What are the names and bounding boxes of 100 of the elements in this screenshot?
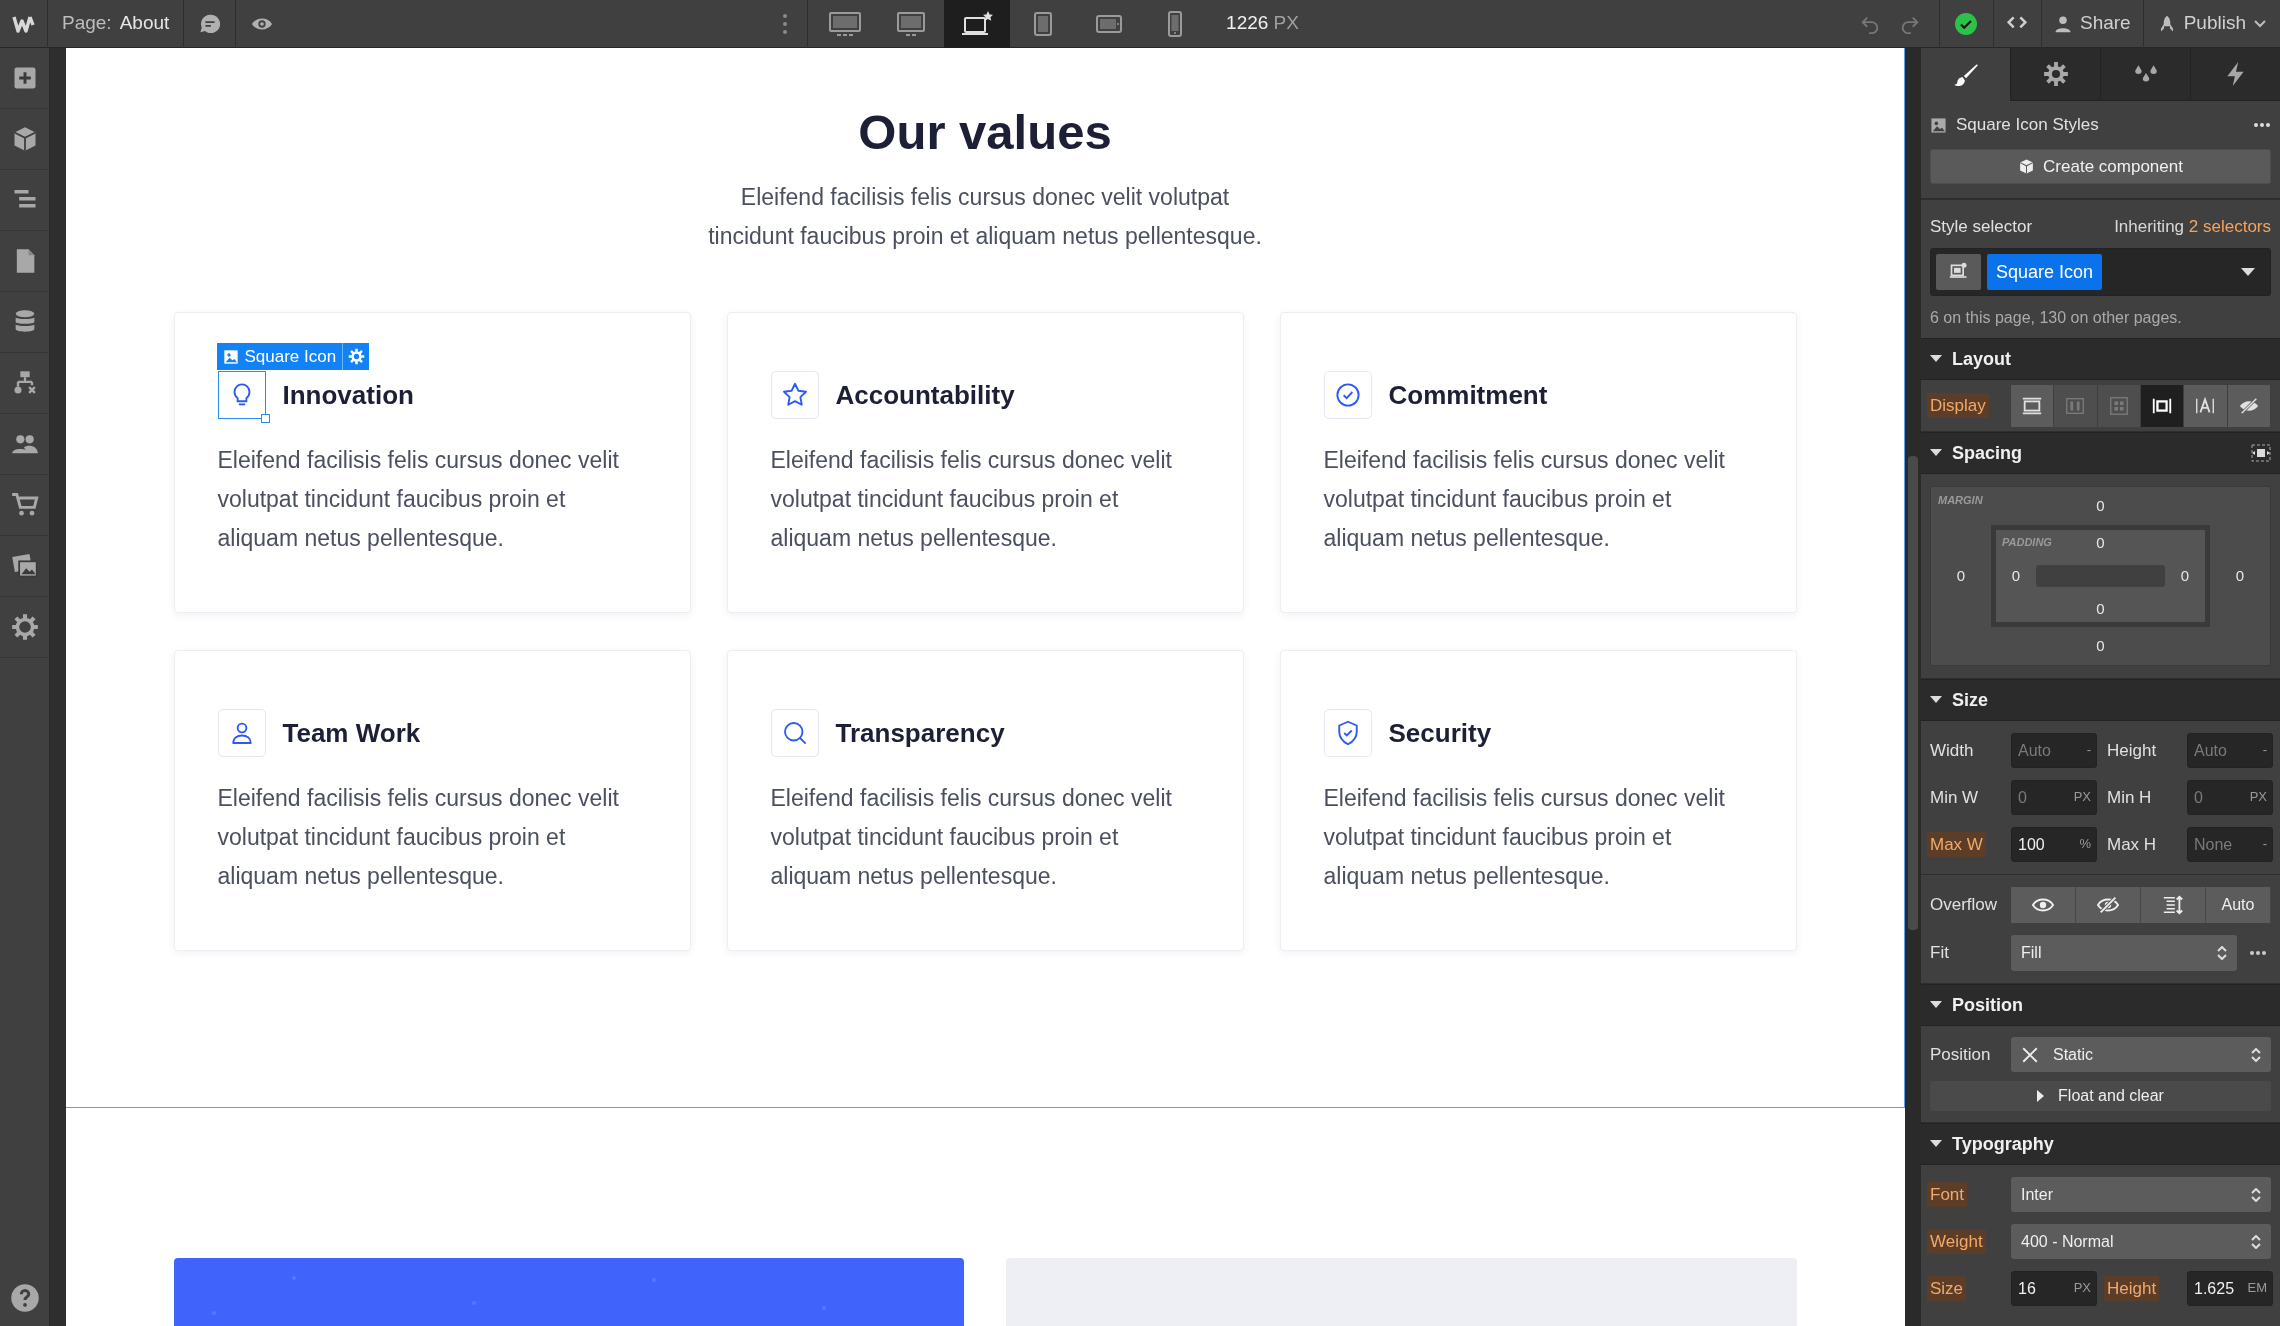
unit-label[interactable]: PX xyxy=(2073,1280,2091,1296)
spacing-value[interactable]: 0 xyxy=(2011,564,2021,588)
panel-tab[interactable] xyxy=(2100,48,2190,101)
unit-label[interactable]: EM xyxy=(2247,1280,2267,1296)
chevron-down-icon xyxy=(2254,19,2266,28)
position-select[interactable]: Static xyxy=(2011,1037,2271,1072)
spacing-toggle-icon[interactable] xyxy=(2251,444,2271,462)
property-label: Max H xyxy=(2106,833,2158,856)
spacing-value[interactable]: 0 xyxy=(2180,564,2190,588)
property-label: Height xyxy=(2106,739,2158,762)
unit-label[interactable]: % xyxy=(2079,836,2091,852)
collapse-caret-icon[interactable] xyxy=(1930,355,1942,363)
overflow-option[interactable] xyxy=(2141,887,2206,923)
help-icon[interactable] xyxy=(9,1283,40,1313)
display-option[interactable] xyxy=(2227,384,2271,427)
section-subtitle-line: tincidunt faucibus proin et aliquam netus pellentesque. xyxy=(708,222,1262,251)
panel-tab[interactable] xyxy=(2190,48,2280,101)
x-icon xyxy=(2021,1045,2039,1064)
brush-icon xyxy=(1952,61,1979,88)
card-title: Security xyxy=(1388,716,1492,750)
card-description: Eleifend facilisis felis cursus donec velit volutpat tincidunt faucibus proin et aliquam netus pellentesque. xyxy=(1323,446,1726,553)
overflow-option[interactable] xyxy=(2076,887,2141,923)
display-option[interactable] xyxy=(2011,384,2055,427)
logo-icon[interactable] xyxy=(10,14,37,33)
fit-select[interactable]: Fill xyxy=(2011,935,2237,971)
collapse-caret-icon[interactable] xyxy=(1930,696,1942,704)
section-heading: Our values xyxy=(858,104,1112,161)
unit-label[interactable]: - xyxy=(2262,742,2267,758)
class-chip[interactable]: Square Icon xyxy=(1987,254,2103,290)
display-option[interactable] xyxy=(2184,384,2228,427)
collapse-caret-icon[interactable] xyxy=(1930,1001,1942,1009)
expand-caret-icon xyxy=(2037,1090,2045,1102)
section-header[interactable]: Layout xyxy=(1952,345,2011,373)
create-component-button[interactable]: Create component xyxy=(1930,149,2271,184)
select-field[interactable]: 400 - Normal xyxy=(2011,1224,2271,1259)
selection-tag-label: Square Icon xyxy=(244,345,337,368)
overflow-option[interactable]: Auto xyxy=(2206,887,2271,923)
card-description: Eleifend facilisis felis cursus donec velit volutpat tincidunt faucibus proin et aliquam netus pellentesque. xyxy=(217,446,620,553)
more-icon[interactable] xyxy=(2253,122,2271,128)
float-and-clear-button[interactable]: Float and clear xyxy=(1930,1081,2271,1111)
section-subtitle-line: Eleifend facilisis felis cursus donec velit volutpat xyxy=(740,183,1230,212)
more-icon[interactable] xyxy=(2249,950,2267,956)
style-selector-label: Style selector xyxy=(1930,216,2033,239)
large-monitor-icon xyxy=(828,10,863,37)
cart-icon[interactable] xyxy=(10,491,39,519)
card-description: Eleifend facilisis felis cursus donec velit volutpat tincidunt faucibus proin et aliquam netus pellentesque. xyxy=(770,784,1173,891)
property-label: Min H xyxy=(2106,786,2153,809)
display-option[interactable] xyxy=(2141,384,2185,427)
page-selector[interactable]: Page: About xyxy=(48,0,185,48)
breakpoint-button[interactable] xyxy=(944,0,1011,48)
style-selector-field[interactable]: Square Icon xyxy=(1930,248,2271,296)
spacing-value[interactable]: 0 xyxy=(2235,564,2245,588)
unit-label[interactable]: - xyxy=(2086,742,2091,758)
selection-tag[interactable]: Square Icon xyxy=(216,343,370,370)
settings-icon xyxy=(2042,61,2069,87)
unit-label[interactable]: PX xyxy=(2249,789,2267,805)
spacing-value[interactable]: 0 xyxy=(1956,564,1966,588)
inheriting-link[interactable]: 2 selectors xyxy=(2188,217,2271,237)
image-icon xyxy=(1930,116,1947,134)
eye-slash-icon xyxy=(2097,894,2119,916)
spacing-value[interactable]: 0 xyxy=(2096,634,2105,658)
property-label: Position xyxy=(1929,1043,1992,1066)
card-description: Eleifend facilisis felis cursus donec velit volutpat tincidunt faucibus proin et aliquam netus pellentesque. xyxy=(770,446,1173,553)
overflow-option[interactable] xyxy=(2011,887,2076,923)
select-field[interactable]: Inter xyxy=(2011,1177,2271,1212)
padding-label: PADDING xyxy=(2002,535,2052,550)
canvas-width-readout: 1226 PX xyxy=(1226,11,1299,36)
images-icon[interactable] xyxy=(10,552,39,580)
resize-handle[interactable] xyxy=(260,414,270,423)
card-description: Eleifend facilisis felis cursus donec velit volutpat tincidunt faucibus proin et aliquam netus pellentesque. xyxy=(1323,784,1726,891)
settings-icon[interactable] xyxy=(10,613,39,641)
panel-tab[interactable] xyxy=(2010,48,2100,101)
select-arrows-icon xyxy=(2251,1187,2261,1202)
select-arrows-icon xyxy=(2251,1234,2261,1249)
dropdown-caret-icon[interactable] xyxy=(2241,268,2255,276)
section-header[interactable]: Size xyxy=(1952,686,1989,714)
card-description: Eleifend facilisis felis cursus donec velit volutpat tincidunt faucibus proin et aliquam netus pellentesque. xyxy=(217,784,620,891)
comment-icon[interactable] xyxy=(198,12,221,35)
property-label: Size xyxy=(1927,1275,1967,1302)
property-label: Fit xyxy=(1929,942,1950,965)
scrollbar-thumb[interactable] xyxy=(1908,456,1918,930)
share-button[interactable]: Share xyxy=(2040,0,2143,48)
margin-label: MARGIN xyxy=(1938,493,1983,508)
collapse-caret-icon[interactable] xyxy=(1930,1140,1942,1148)
property-label: Display xyxy=(1927,392,1989,419)
check-circle-icon[interactable] xyxy=(1954,11,1979,36)
unit-label[interactable]: PX xyxy=(2073,789,2091,805)
collapse-caret-icon[interactable] xyxy=(1930,449,1942,457)
section-header[interactable]: Position xyxy=(1952,991,2023,1019)
spacing-value[interactable]: 0 xyxy=(2096,531,2105,555)
unit-label[interactable]: - xyxy=(2262,836,2267,852)
card-title: Accountability xyxy=(835,378,1015,412)
grid-icon xyxy=(2107,394,2130,417)
property-label: Width xyxy=(1929,739,1975,762)
section-header[interactable]: Spacing xyxy=(1952,439,2022,467)
scroll-icon xyxy=(2162,894,2184,916)
spacing-value[interactable]: 0 xyxy=(2096,494,2105,518)
spacing-value[interactable]: 0 xyxy=(2096,597,2105,621)
section-header[interactable]: Typography xyxy=(1952,1130,2054,1158)
publish-button[interactable]: Publish xyxy=(2142,0,2280,48)
